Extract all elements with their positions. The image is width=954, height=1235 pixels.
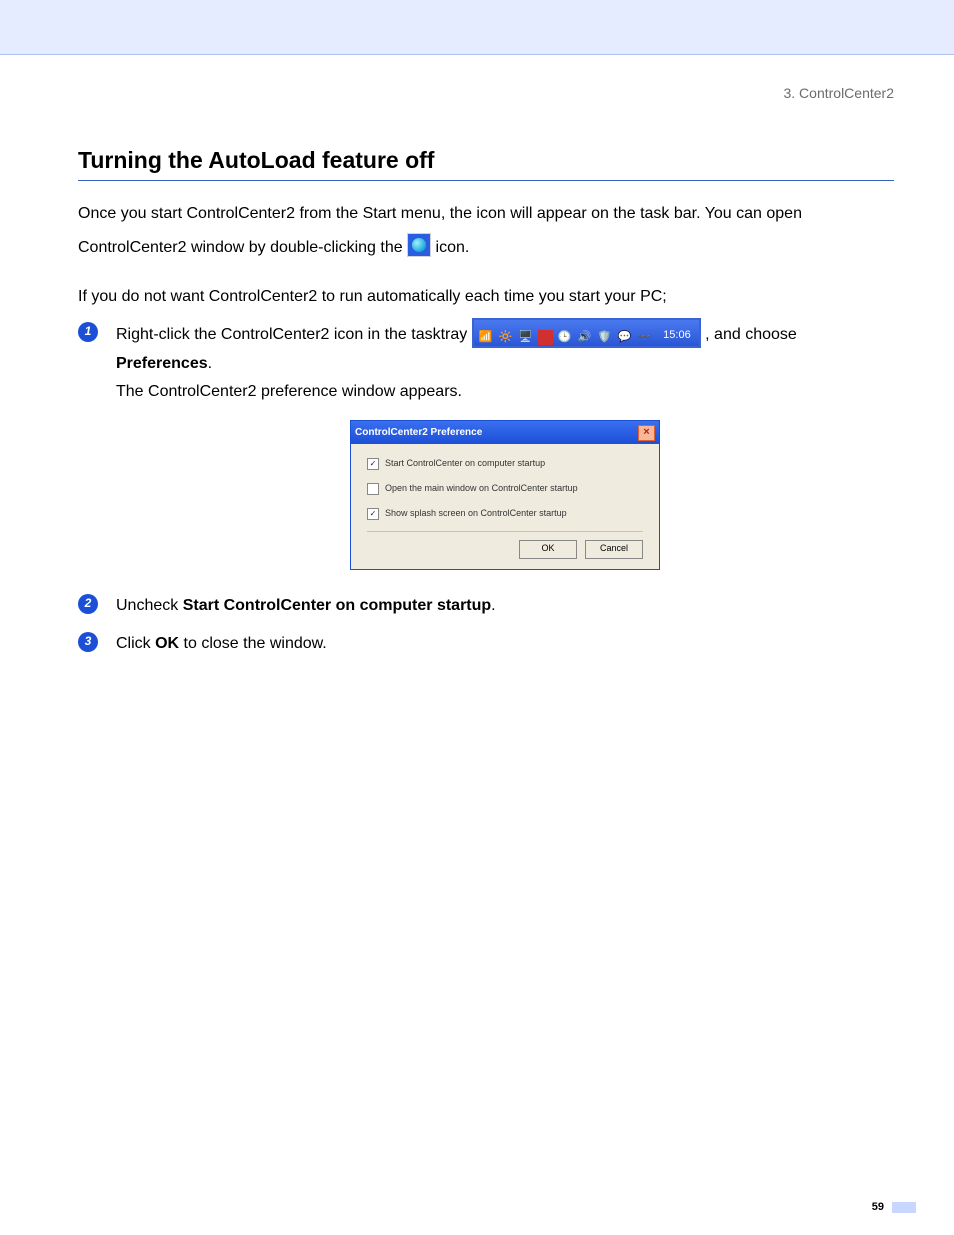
step-1-text-b: , and choose (705, 326, 797, 343)
dialog-screenshot: ControlCenter2 Preference × ✓ Start Cont… (116, 420, 894, 570)
header-band (0, 0, 954, 55)
intro-text-1a: Once you start ControlCenter2 from the S… (78, 205, 802, 222)
checkbox-show-splash[interactable]: ✓ (367, 508, 379, 520)
dialog-titlebar: ControlCenter2 Preference × (351, 421, 659, 445)
intro-paragraph-1: Once you start ControlCenter2 from the S… (78, 197, 894, 231)
controlcenter-icon (407, 233, 431, 257)
step-2-bold: Start ControlCenter on computer startup (183, 597, 491, 614)
page-footer: 59 (872, 1201, 916, 1213)
dialog-option-3: ✓ Show splash screen on ControlCenter st… (367, 506, 643, 522)
step-1: Right-click the ControlCenter2 icon in t… (78, 320, 894, 570)
step-2: Uncheck Start ControlCenter on computer … (78, 592, 894, 620)
tray-icon-3: 🖥️ (518, 329, 534, 345)
dialog-body: ✓ Start ControlCenter on computer startu… (351, 444, 659, 568)
dialog-option-3-label: Show splash screen on ControlCenter star… (385, 506, 567, 522)
tray-icon-6: 🔊 (577, 329, 593, 345)
step-3-text-a: Click (116, 635, 155, 652)
tasktray-time: 15:06 (663, 329, 691, 341)
tray-icon-1: 📶 (478, 329, 494, 345)
step-2-text-a: Uncheck (116, 597, 183, 614)
step-3: Click OK to close the window. (78, 630, 894, 658)
dialog-buttons: OK Cancel (367, 540, 643, 559)
tray-icon-7: 🛡️ (597, 329, 613, 345)
footer-tab (892, 1202, 916, 1213)
cancel-button[interactable]: Cancel (585, 540, 643, 559)
preference-dialog: ControlCenter2 Preference × ✓ Start Cont… (350, 420, 660, 570)
dialog-title-text: ControlCenter2 Preference (355, 424, 482, 442)
intro-paragraph-2: If you do not want ControlCenter2 to run… (78, 280, 894, 314)
intro-text-1b: ControlCenter2 window by double-clicking… (78, 239, 407, 256)
dialog-option-1: ✓ Start ControlCenter on computer startu… (367, 456, 643, 472)
ok-button[interactable]: OK (519, 540, 577, 559)
close-icon[interactable]: × (638, 425, 655, 441)
dialog-option-2: Open the main window on ControlCenter st… (367, 481, 643, 497)
breadcrumb: 3. ControlCenter2 (78, 85, 894, 101)
tasktray-icons: 📶 🔆 🖥️ 🕒 🔊 🛡️ 💬 〰️ (478, 326, 653, 348)
step-1-text-a: Right-click the ControlCenter2 icon in t… (116, 326, 472, 343)
intro-text-1c: icon. (436, 239, 470, 256)
checkbox-open-main-window[interactable] (367, 483, 379, 495)
step-2-text-c: . (491, 597, 495, 614)
tasktray-image: 📶 🔆 🖥️ 🕒 🔊 🛡️ 💬 〰️ 15:06 (472, 318, 701, 348)
step-1-text-c: . (208, 355, 212, 372)
page-title: Turning the AutoLoad feature off (78, 147, 894, 181)
checkbox-start-on-startup[interactable]: ✓ (367, 458, 379, 470)
dialog-separator (367, 531, 643, 532)
step-1-preferences: Preferences (116, 355, 208, 372)
tray-icon-5: 🕒 (557, 329, 573, 345)
page-number: 59 (872, 1201, 884, 1213)
intro-paragraph-1b: ControlCenter2 window by double-clicking… (78, 231, 894, 265)
tray-icon-9: 〰️ (637, 329, 653, 345)
steps-list: Right-click the ControlCenter2 icon in t… (78, 320, 894, 658)
step-1-line-2: Preferences. (116, 350, 894, 378)
page-content: 3. ControlCenter2 Turning the AutoLoad f… (0, 55, 954, 658)
tray-icon-2: 🔆 (498, 329, 514, 345)
step-1-line-1: Right-click the ControlCenter2 icon in t… (116, 320, 894, 350)
tray-icon-8: 💬 (617, 329, 633, 345)
step-3-text-c: to close the window. (179, 635, 327, 652)
step-1-line-3: The ControlCenter2 preference window app… (116, 378, 894, 406)
step-3-bold: OK (155, 635, 179, 652)
tray-icon-4 (538, 330, 553, 345)
dialog-option-1-label: Start ControlCenter on computer startup (385, 456, 545, 472)
dialog-option-2-label: Open the main window on ControlCenter st… (385, 481, 578, 497)
